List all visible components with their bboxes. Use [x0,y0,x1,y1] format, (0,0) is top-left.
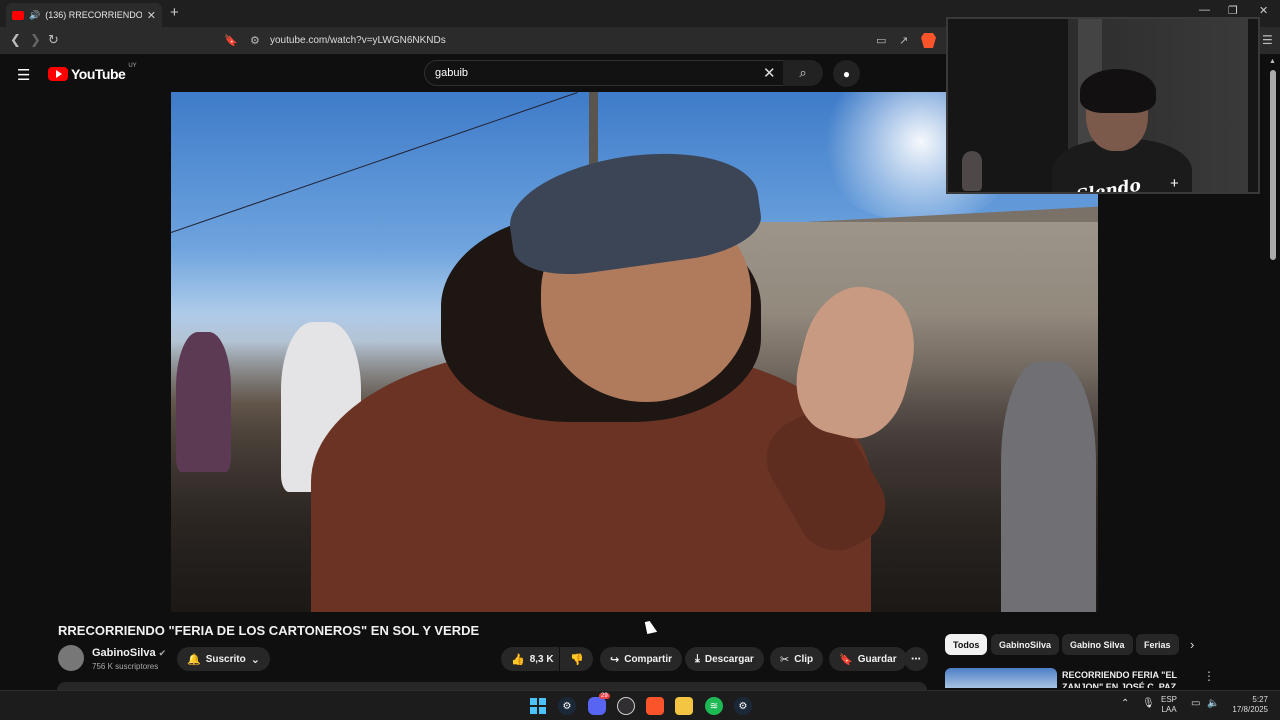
youtube-play-icon [48,67,68,81]
subscribed-button[interactable]: 🔔 Suscrito ⌄ [177,647,270,671]
scroll-up-icon[interactable]: ▲ [1269,58,1276,65]
language-top: ESP [1161,695,1178,704]
voice-search-button[interactable]: ● [833,60,860,87]
clock-time: 5:27 [1252,695,1268,704]
language-bottom: LAA [1161,705,1177,714]
save-button[interactable]: 🔖 Guardar [829,647,907,671]
subscribed-label: Suscrito [205,653,246,665]
chip-ferias[interactable]: Ferias [1136,634,1179,655]
download-button[interactable]: ⤓ Descargar [685,647,764,671]
share-icon: ↪ [610,653,620,666]
clear-search-icon[interactable]: ✕ [763,64,776,82]
like-icon: 👍 [511,653,525,666]
background-person [176,332,231,472]
bookmark-page-icon[interactable]: 🔖 [224,34,238,47]
reload-icon[interactable]: ↻ [48,32,59,48]
new-tab-button[interactable]: + [170,4,179,21]
site-info-icon[interactable]: ⚙ [250,34,260,47]
description-box[interactable] [57,682,927,690]
webcam-overlay: Slendo + [946,17,1260,194]
page-scrollbar[interactable]: ▲ [1269,58,1277,688]
network-icon[interactable]: ▭ [1191,699,1200,709]
download-label: Descargar [704,653,754,665]
tab-title: (136) RRECORRIENDO "FERIA [45,10,142,20]
youtube-favicon-icon [12,10,24,20]
recommendation-title[interactable]: RECORRIENDO FERIA "EL ZANJON" EN JOSÉ C.… [1062,669,1197,688]
audio-icon[interactable]: 🔊 [29,10,40,21]
background-person [1001,362,1096,612]
clip-icon: ✂ [780,653,790,666]
url-text[interactable]: youtube.com/watch?v=yLWGN6NKNDs [270,35,446,46]
mouse-cursor [644,620,658,634]
address-bar[interactable]: 🔖 ⚙ youtube.com/watch?v=yLWGN6NKNDs ▭ ↗ [220,30,940,51]
tray-chevron-icon[interactable]: ⌃ [1121,699,1129,709]
language-indicator[interactable]: ESP LAA [1161,695,1177,715]
clock[interactable]: 5:27 17/8/2025 [1226,695,1268,715]
brave-icon[interactable] [646,697,664,715]
scrollbar-thumb[interactable] [1270,70,1276,260]
dislike-button[interactable]: 👎 [560,647,593,671]
country-code: UY [128,63,137,69]
like-count: 8,3 K [529,653,554,665]
bookmark-icon: 🔖 [839,653,853,666]
subscriber-count: 756 K suscriptores [92,662,159,671]
channel-name-text[interactable]: GabinoSilva [92,647,156,659]
recommendation-thumbnail[interactable] [945,668,1057,688]
steam-icon[interactable]: ⚙ [734,697,752,715]
tray-mic-icon[interactable]: 🎙 [1142,699,1155,709]
channel-avatar[interactable] [58,645,84,671]
share-label: Compartir [624,653,673,665]
menu-icon[interactable]: ☰ [17,66,30,84]
more-icon: ⋯ [911,653,921,665]
chevron-down-icon: ⌄ [250,653,260,666]
clock-date: 17/8/2025 [1232,705,1268,714]
discord-icon[interactable]: 29 [588,693,610,715]
tab-close-icon[interactable]: ✕ [147,9,156,22]
chips-next-icon[interactable]: › [1190,637,1194,652]
browser-menu-icon[interactable]: ☰ [1262,33,1273,47]
bell-icon: 🔔 [187,653,201,666]
chip-todos[interactable]: Todos [945,634,988,655]
microphone [962,151,982,191]
search-icon: ⌕ [799,65,807,80]
chip-gabino-silva[interactable]: Gabino Silva [1062,634,1133,655]
windows-start-icon[interactable] [529,697,547,715]
dislike-icon: 👎 [570,653,584,666]
recommendation-menu-icon[interactable]: ⋮ [1203,669,1215,683]
streamer-hair [1080,69,1156,113]
discord-badge: 29 [599,693,610,699]
clip-label: Clip [794,653,814,665]
search-input[interactable]: gabuib [435,67,468,79]
windows-taskbar: ⚙ 29 ≋ ⚙ ⌃ 🎙 ESP LAA ▭ 🔈 5:27 17/8/2025 [0,690,1280,720]
spotify-icon[interactable]: ≋ [705,697,723,715]
youtube-logo[interactable]: YouTube UY [48,63,137,82]
folder-icon[interactable] [675,697,693,715]
minimize-button[interactable]: — [1199,4,1210,16]
save-label: Guardar [857,653,897,665]
obs-icon[interactable] [617,697,635,715]
share-button[interactable]: ↪ Compartir [600,647,683,671]
browser-tab[interactable]: 🔊 (136) RRECORRIENDO "FERIA ✕ [6,3,162,27]
share-page-icon[interactable]: ↗ [899,34,908,47]
cast-icon[interactable]: ▭ [876,34,886,47]
search-box[interactable]: gabuib ✕ ⌕ [424,60,823,86]
search-button[interactable]: ⌕ [783,60,823,86]
back-arrow-icon[interactable]: ❮ [10,32,21,48]
steam-icon[interactable]: ⚙ [558,697,576,715]
youtube-wordmark: YouTube [71,66,126,82]
chip-gabinosilva[interactable]: GabinoSilva [991,634,1060,655]
close-window-button[interactable]: ✕ [1259,4,1268,17]
video-title: RRECORRIENDO "FERIA DE LOS CARTONEROS" E… [58,623,480,638]
channel-name[interactable]: GabinoSilva ✔ [92,647,166,659]
clip-button[interactable]: ✂ Clip [770,647,824,671]
like-button[interactable]: 👍 8,3 K [501,647,559,671]
more-actions-button[interactable]: ⋯ [904,647,928,671]
volume-icon[interactable]: 🔈 [1207,699,1219,709]
forward-arrow-icon[interactable]: ❯ [30,32,41,48]
plus-mark: + [1170,175,1179,192]
mic-icon: ● [842,66,851,81]
download-icon: ⤓ [695,652,700,665]
maximize-button[interactable]: ❐ [1228,4,1238,17]
verified-icon: ✔ [158,648,167,658]
